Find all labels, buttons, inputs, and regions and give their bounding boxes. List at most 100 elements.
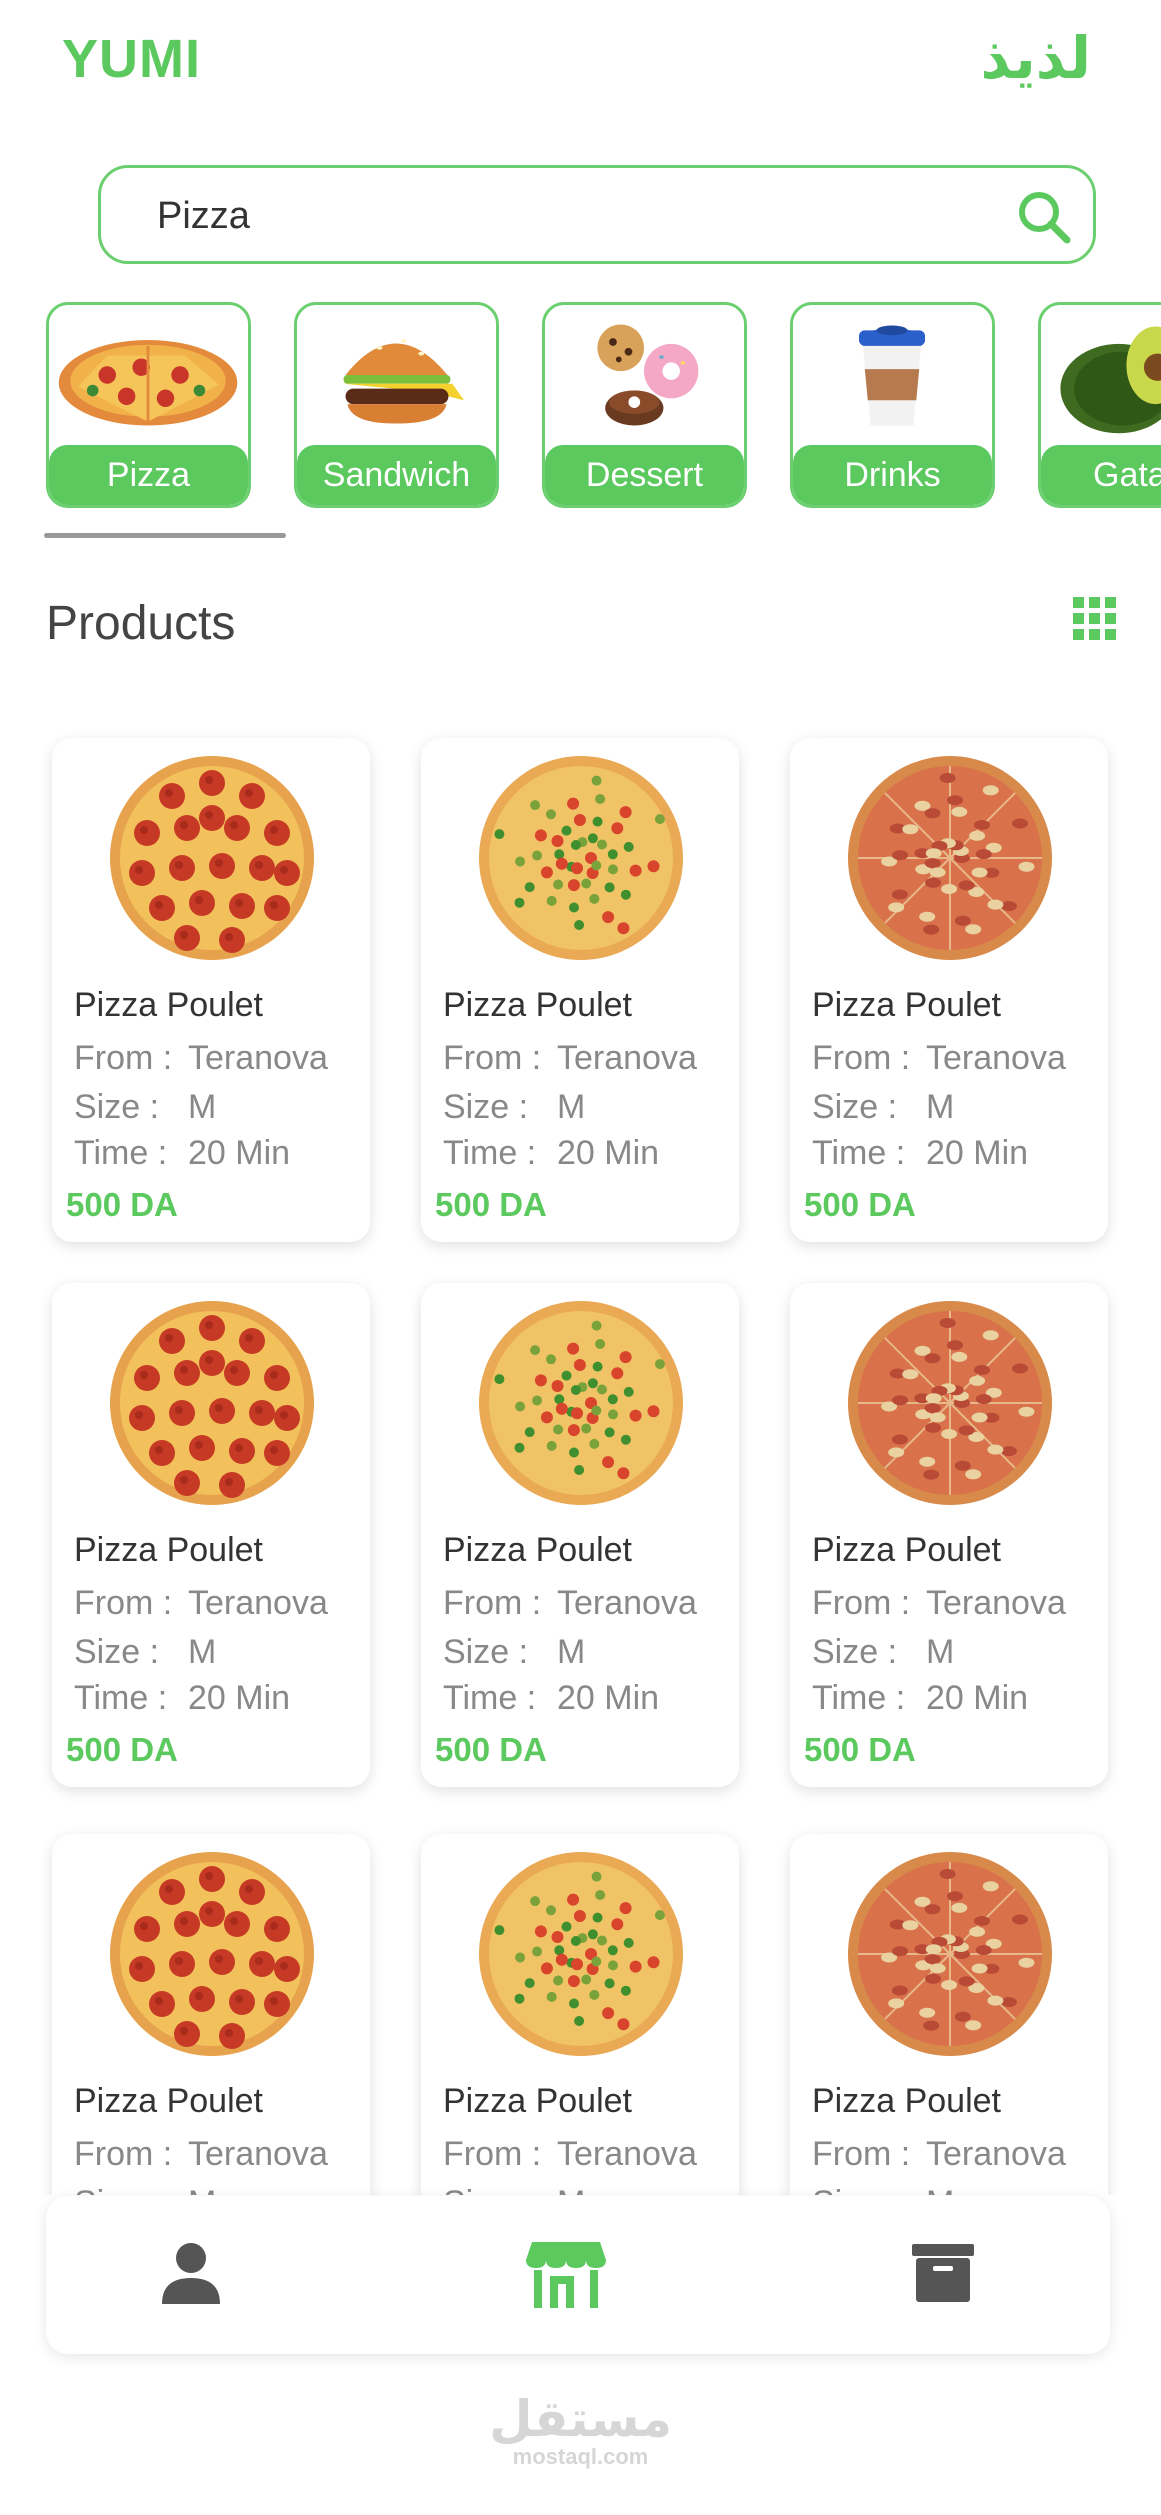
from-label: From : [443,1039,542,1077]
product-from: From : Teranova [74,2135,328,2174]
size-value: M [557,1633,586,1671]
product-name: Pizza Poulet [443,1531,632,1569]
size-label: Size : [443,1633,529,1671]
from-label: From : [443,1584,542,1622]
veggie-pizza-image [479,756,683,960]
product-size: Size : M [74,1088,216,1127]
size-value: M [926,1633,955,1671]
product-from: From : Teranova [812,2135,1066,2174]
from-value: Teranova [926,1584,1066,1622]
time-value: 20 Min [557,1679,660,1717]
product-time: Time : 20 Min [74,1134,290,1173]
size-value: M [557,1088,586,1126]
from-label: From : [812,1584,911,1622]
product-time: Time : 20 Min [812,1134,1028,1173]
from-value: Teranova [926,2135,1066,2173]
product-name: Pizza Poulet [74,1531,263,1569]
store-icon[interactable] [524,2236,608,2310]
product-size: Size : M [443,1088,585,1127]
size-value: M [188,1088,217,1126]
size-label: Size : [74,1088,160,1126]
time-value: 20 Min [926,1679,1029,1717]
time-label: Time : [443,1679,537,1717]
from-value: Teranova [557,1584,697,1622]
time-value: 20 Min [557,1134,660,1172]
from-value: Teranova [188,1584,328,1622]
bottom-navigation [46,2196,1110,2354]
product-name: Pizza Poulet [812,1531,1001,1569]
product-size: Size : M [812,1633,954,1672]
product-price: 500 DA [435,1731,547,1768]
time-label: Time : [812,1679,906,1717]
from-label: From : [74,2135,173,2173]
time-value: 20 Min [188,1679,291,1717]
veggie-pizza-image [479,1852,683,2056]
product-name: Pizza Poulet [74,2082,263,2120]
watermark-url: mostaql.com [512,2444,649,2469]
from-label: From : [443,2135,542,2173]
from-value: Teranova [557,1039,697,1077]
meat-pizza-image [848,1852,1052,2056]
product-from: From : Teranova [812,1039,1066,1078]
profile-icon[interactable] [154,2236,228,2310]
product-from: From : Teranova [74,1039,328,1078]
product-name: Pizza Poulet [812,986,1001,1024]
archive-icon[interactable] [906,2236,980,2310]
product-price: 500 DA [804,1731,916,1768]
size-label: Size : [443,1088,529,1126]
time-label: Time : [443,1134,537,1172]
from-label: From : [74,1584,173,1622]
product-time: Time : 20 Min [812,1679,1028,1718]
product-from: From : Teranova [812,1584,1066,1623]
from-label: From : [74,1039,173,1077]
product-time: Time : 20 Min [74,1679,290,1718]
time-value: 20 Min [188,1134,291,1172]
product-from: From : Teranova [443,1584,697,1623]
size-label: Size : [812,1633,898,1671]
product-card[interactable]: Pizza Poulet From : Teranova Size : M Time : 2… [52,738,370,1242]
size-value: M [926,1088,955,1126]
from-value: Teranova [188,2135,328,2173]
from-label: From : [812,2135,911,2173]
pepperoni-pizza-image [110,1852,314,2056]
product-time: Time : 20 Min [443,1134,659,1173]
product-name: Pizza Poulet [74,986,263,1024]
meat-pizza-image [848,1301,1052,1505]
product-price: 500 DA [435,1186,547,1223]
product-name: Pizza Poulet [443,2082,632,2120]
product-size: Size : M [443,1633,585,1672]
veggie-pizza-image [479,1301,683,1505]
product-card[interactable]: Pizza Poulet From : Teranova Size : M Time : 2… [421,1283,739,1787]
pepperoni-pizza-image [110,756,314,960]
product-size: Size : M [812,1088,954,1127]
size-label: Size : [74,1633,160,1671]
from-value: Teranova [188,1039,328,1077]
time-label: Time : [74,1679,168,1717]
size-value: M [188,1633,217,1671]
product-card[interactable]: Pizza Poulet From : Teranova Size : M Time : 2… [790,1283,1108,1787]
product-from: From : Teranova [443,1039,697,1078]
product-size: Size : M [74,1633,216,1672]
pepperoni-pizza-image [110,1301,314,1505]
product-name: Pizza Poulet [812,2082,1001,2120]
product-card[interactable]: Pizza Poulet From : Teranova Size : M Time : 2… [790,738,1108,1242]
meat-pizza-image [848,756,1052,960]
product-grid: Pizza Poulet From : Teranova Size : M Time : 2… [0,0,1161,2515]
product-name: Pizza Poulet [443,986,632,1024]
time-label: Time : [74,1134,168,1172]
product-price: 500 DA [66,1731,178,1768]
time-label: Time : [812,1134,906,1172]
size-label: Size : [812,1088,898,1126]
from-value: Teranova [557,2135,697,2173]
product-price: 500 DA [804,1186,916,1223]
watermark-arabic: مستقل [489,2390,672,2448]
product-price: 500 DA [66,1186,178,1223]
from-value: Teranova [926,1039,1066,1077]
from-label: From : [812,1039,911,1077]
product-from: From : Teranova [74,1584,328,1623]
product-time: Time : 20 Min [443,1679,659,1718]
watermark: مستقل mostaql.com [0,2390,1161,2470]
time-value: 20 Min [926,1134,1029,1172]
product-card[interactable]: Pizza Poulet From : Teranova Size : M Time : 2… [52,1283,370,1787]
product-card[interactable]: Pizza Poulet From : Teranova Size : M Time : 2… [421,738,739,1242]
